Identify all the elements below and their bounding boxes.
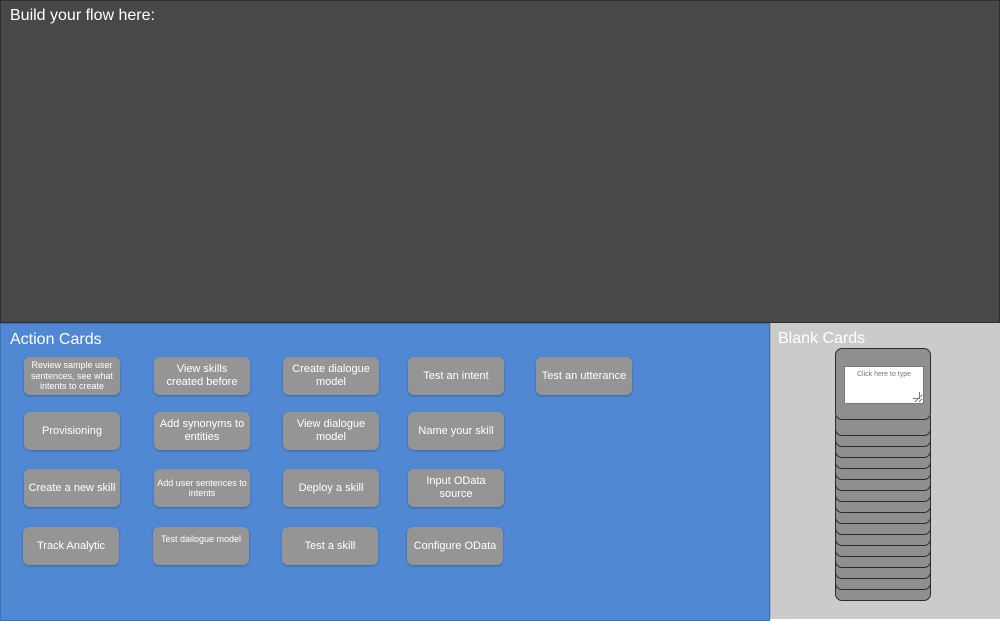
action-card-name-skill[interactable]: Name your skill: [408, 412, 504, 450]
action-card-review-sample-sentences[interactable]: Review sample user sentences, see what i…: [24, 357, 120, 395]
action-card-deploy-skill[interactable]: Deploy a skill: [283, 469, 379, 507]
action-card-create-new-skill[interactable]: Create a new skill: [24, 469, 120, 507]
blank-cards-panel: Blank Cards: [770, 323, 1000, 619]
action-card-configure-odata[interactable]: Configure OData: [407, 527, 503, 565]
flow-canvas[interactable]: Build your flow here:: [0, 0, 1000, 323]
action-cards-panel: Action Cards Review sample user sentence…: [0, 323, 770, 621]
blank-card-input[interactable]: [844, 366, 924, 404]
resize-grip-icon[interactable]: [913, 392, 920, 399]
action-card-add-synonyms[interactable]: Add synonyms to entities: [154, 412, 250, 450]
action-card-test-utterance[interactable]: Test an utterance: [536, 357, 632, 395]
action-card-view-skills[interactable]: View skills created before: [154, 357, 250, 395]
action-card-test-skill[interactable]: Test a skill: [282, 527, 378, 565]
action-cards-title: Action Cards: [10, 331, 102, 348]
action-card-provisioning[interactable]: Provisioning: [24, 412, 120, 450]
blank-card-top[interactable]: [835, 348, 931, 420]
action-card-view-dialogue-model[interactable]: View dialogue model: [283, 412, 379, 450]
canvas-title: Build your flow here:: [10, 7, 155, 24]
action-card-test-dialogue-model[interactable]: Test dailogue model: [153, 527, 249, 565]
blank-cards-title: Blank Cards: [778, 330, 866, 347]
action-card-test-intent[interactable]: Test an intent: [408, 357, 504, 395]
action-card-add-user-sentences[interactable]: Add user sentences to intents: [154, 469, 250, 507]
action-card-input-odata-source[interactable]: Input OData source: [408, 469, 504, 507]
action-card-create-dialogue-model[interactable]: Create dialogue model: [283, 357, 379, 395]
action-card-track-analytic[interactable]: Track Analytic: [23, 527, 119, 565]
